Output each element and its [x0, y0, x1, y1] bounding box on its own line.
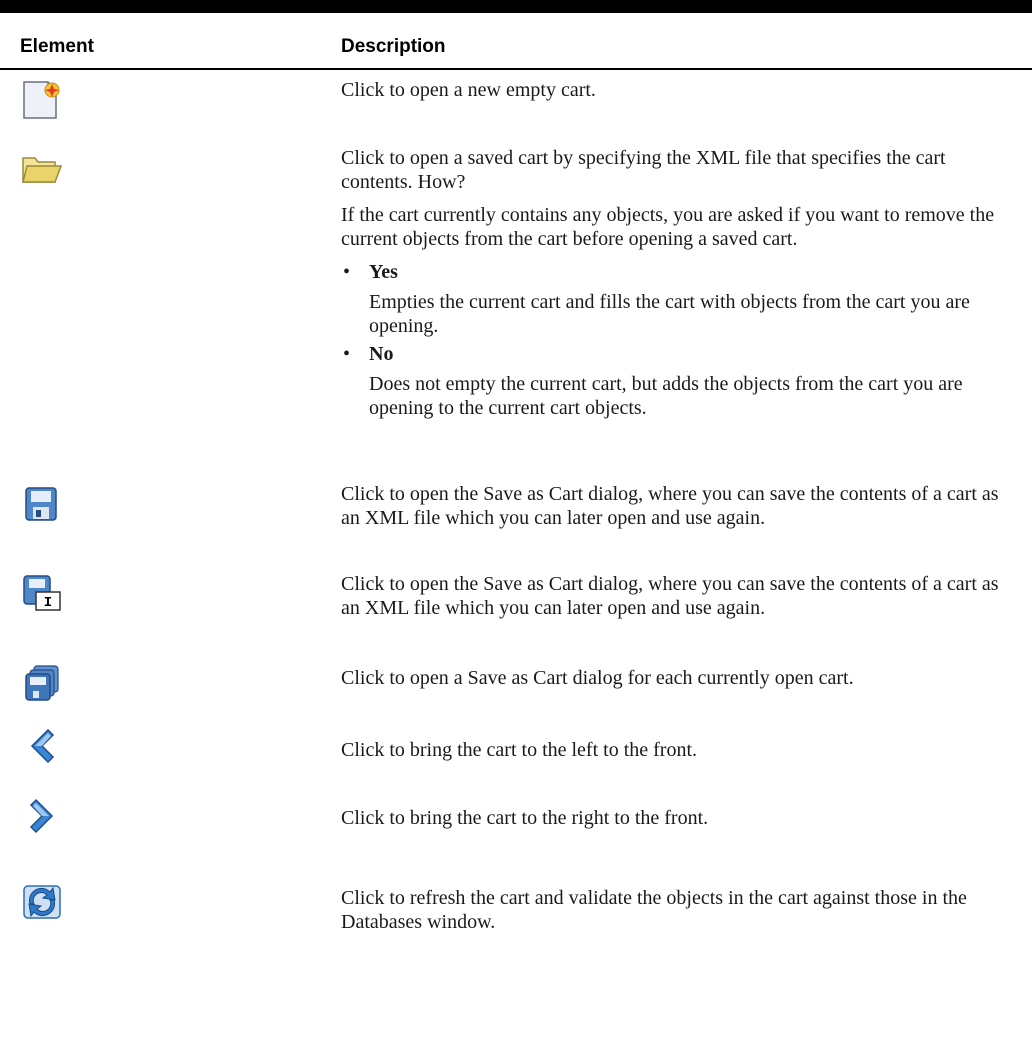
new-cart-icon: [20, 78, 64, 122]
description-text: Click to open a new empty cart.: [341, 79, 596, 101]
top-rule: [0, 0, 1032, 13]
row-description: Click to open the Save as Cart dialog, w…: [341, 482, 1001, 539]
option-term: No: [369, 343, 394, 365]
description-text: Click to open a Save as Cart dialog for …: [341, 667, 854, 689]
chevron-left-icon: [20, 724, 64, 768]
save-all-icon: [20, 662, 64, 706]
column-header-description: Description: [341, 36, 446, 57]
option-description: Does not empty the current cart, but add…: [369, 373, 963, 419]
option-item: • Yes: [341, 260, 1001, 284]
open-folder-icon: [20, 148, 64, 192]
description-text: Click to open the Save as Cart dialog, w…: [341, 573, 999, 619]
description-text: If the cart currently contains any objec…: [341, 204, 995, 250]
description-text: Click to bring the cart to the left to t…: [341, 739, 698, 761]
row-description: Click to bring the cart to the left to t…: [341, 738, 1001, 771]
save-as-icon: I: [20, 572, 64, 616]
description-text: Click to refresh the cart and validate t…: [341, 887, 967, 933]
bullet: •: [343, 343, 351, 365]
row-description: Click to open a saved cart by specifying…: [341, 146, 1001, 422]
description-text: Click to open the Save as Cart dialog, w…: [341, 483, 999, 529]
option-description: Empties the current cart and fills the c…: [369, 291, 970, 337]
row-description: Click to bring the cart to the right to …: [341, 806, 1001, 839]
column-header-element: Element: [20, 36, 94, 57]
description-text: Click to bring the cart to the right to …: [341, 807, 709, 829]
svg-text:I: I: [44, 595, 52, 611]
option-item: • No: [341, 342, 1001, 366]
header-rule: [0, 68, 1032, 70]
chevron-right-icon: [20, 794, 64, 838]
row-description: Click to open the Save as Cart dialog, w…: [341, 572, 1001, 629]
row-description: Click to refresh the cart and validate t…: [341, 886, 1001, 943]
row-description: Click to open a Save as Cart dialog for …: [341, 666, 1001, 699]
option-term: Yes: [369, 261, 398, 283]
refresh-icon: [20, 880, 64, 924]
row-description: Click to open a new empty cart.: [341, 78, 1001, 111]
save-icon: [20, 482, 64, 526]
bullet: •: [343, 261, 351, 283]
description-text: Click to open a saved cart by specifying…: [341, 147, 946, 193]
